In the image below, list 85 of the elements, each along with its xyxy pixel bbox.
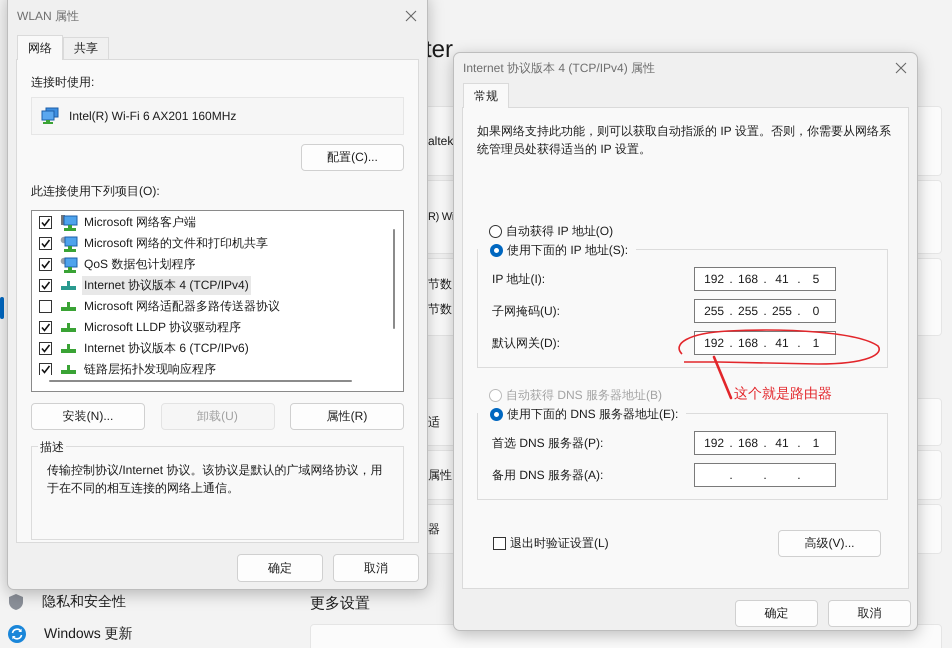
ip-address-field[interactable]: 192 . 168 . 41 . 1 bbox=[694, 331, 836, 355]
group-title: 描述 bbox=[38, 439, 66, 456]
ip-separator: . bbox=[728, 272, 734, 286]
ip-separator: . bbox=[796, 336, 802, 350]
ip-octet: 1 bbox=[812, 436, 820, 450]
list-item[interactable]: 链路层拓扑发现响应程序 bbox=[82, 360, 218, 375]
ip-octet: 192 bbox=[703, 436, 726, 450]
ip-octet: 5 bbox=[812, 272, 820, 286]
ip-octet: 168 bbox=[737, 336, 760, 350]
field-label: IP 地址(I): bbox=[492, 270, 546, 288]
setting-label: 节数 bbox=[428, 301, 452, 318]
ip-octet: 192 bbox=[703, 336, 726, 350]
action-button[interactable]: 安装(N)... bbox=[31, 403, 145, 430]
field-label: 子网掩码(U): bbox=[492, 302, 560, 320]
list-item[interactable]: QoS 数据包计划程序 bbox=[82, 255, 198, 274]
ip-octet: 255 bbox=[770, 304, 793, 318]
field-label: 首选 DNS 服务器(P): bbox=[492, 434, 604, 452]
annotation-text: 这个就是路由器 bbox=[734, 385, 832, 403]
radio-option[interactable]: 使用下面的 IP 地址(S): bbox=[478, 241, 636, 259]
dialog-button[interactable]: 取消 bbox=[333, 554, 419, 582]
ip-octet: 255 bbox=[703, 304, 726, 318]
advanced-button[interactable]: 高级(V)... bbox=[778, 530, 881, 557]
ip-octet: 1 bbox=[812, 336, 820, 350]
description-text: 传输控制协议/Internet 协议。该协议是默认的广域网络协议，用于在不同的相互连接的网络上通信。 bbox=[47, 462, 384, 497]
setting-label: altek bbox=[428, 134, 454, 148]
ip-octet: 41 bbox=[774, 272, 790, 286]
ip-octet: 0 bbox=[812, 304, 820, 318]
window-title: Internet 协议版本 4 (TCP/IPv4) 属性 bbox=[463, 60, 656, 76]
list-item[interactable]: Internet 协议版本 4 (TCP/IPv4) bbox=[82, 276, 251, 295]
ip-octet: 168 bbox=[737, 272, 760, 286]
ip-octet: 168 bbox=[737, 436, 760, 450]
setting-label: 节数 bbox=[428, 276, 452, 293]
field-label: 备用 DNS 服务器(A): bbox=[492, 466, 604, 484]
dialog-button[interactable]: 确定 bbox=[237, 554, 323, 582]
ip-separator: . bbox=[762, 436, 768, 450]
radio-option[interactable]: 使用下面的 DNS 服务器地址(E): bbox=[478, 405, 686, 423]
ip-separator: . bbox=[796, 304, 802, 318]
ip-address-field[interactable]: 192 . 168 . 41 . 5 bbox=[694, 267, 836, 291]
field-label: 默认网关(D): bbox=[492, 334, 560, 352]
ip-address-field[interactable]: 255 . 255 . 255 . 0 bbox=[694, 299, 836, 323]
ip-separator: . bbox=[762, 272, 768, 286]
ip-octet: 41 bbox=[774, 336, 790, 350]
ip-separator: . bbox=[762, 304, 768, 318]
tab[interactable]: 网络 bbox=[17, 35, 63, 60]
window-title: WLAN 属性 bbox=[17, 8, 80, 24]
list-item[interactable]: Microsoft 网络客户端 bbox=[82, 213, 198, 232]
sidebar-item[interactable]: Windows 更新 bbox=[8, 623, 139, 645]
ip-octet: 41 bbox=[774, 436, 790, 450]
action-button[interactable]: 属性(R) bbox=[290, 403, 404, 430]
dialog-button[interactable]: 取消 bbox=[828, 600, 911, 627]
ip-separator: . bbox=[762, 336, 768, 350]
tab[interactable]: 共享 bbox=[63, 37, 109, 59]
list-label: 此连接使用下列项目(O): bbox=[31, 183, 161, 200]
radio-label: 使用下面的 DNS 服务器地址(E): bbox=[507, 406, 678, 422]
setting-label: 器 bbox=[428, 520, 440, 538]
ip-octet: 192 bbox=[703, 272, 726, 286]
radio-option[interactable]: 自动获得 IP 地址(O) bbox=[477, 222, 614, 240]
section-title: 更多设置 bbox=[310, 594, 370, 614]
ip-separator: . bbox=[796, 272, 802, 286]
intro-text: 如果网络支持此功能，则可以获取自动指派的 IP 设置。否则，你需要从网络系统管理员处获得适当的 IP 设置。 bbox=[477, 123, 892, 158]
list-item[interactable]: Internet 协议版本 6 (TCP/IPv6) bbox=[82, 339, 251, 358]
tab[interactable]: 常规 bbox=[463, 83, 509, 108]
radio-label: 自动获得 DNS 服务器地址(B) bbox=[506, 386, 662, 404]
ip-separator: . bbox=[728, 468, 734, 482]
ip-separator: . bbox=[796, 436, 802, 450]
ip-address-field[interactable]: 192 . 168 . 41 . 1 bbox=[694, 431, 836, 455]
ip-separator: . bbox=[796, 468, 802, 482]
ip-octet: 255 bbox=[737, 304, 760, 318]
list-item[interactable]: Microsoft 网络适配器多路传送器协议 bbox=[82, 297, 282, 316]
radio-label: 自动获得 IP 地址(O) bbox=[506, 222, 614, 240]
setting-label: 属性 bbox=[428, 466, 452, 484]
ip-separator: . bbox=[762, 468, 768, 482]
dialog-button[interactable]: 确定 bbox=[735, 600, 818, 627]
radio-label: 使用下面的 IP 地址(S): bbox=[507, 242, 628, 258]
adapter-name: Intel(R) Wi-Fi 6 AX201 160MHz bbox=[69, 109, 236, 123]
ip-separator: . bbox=[728, 304, 734, 318]
sidebar-item[interactable]: 隐私和安全性 bbox=[8, 591, 139, 613]
list-item[interactable]: Microsoft LLDP 协议驱动程序 bbox=[82, 318, 244, 337]
ip-separator: . bbox=[728, 436, 734, 450]
setting-label: 适 bbox=[428, 414, 440, 430]
configure-button[interactable]: 配置(C)... bbox=[301, 144, 404, 171]
field-label: 连接时使用: bbox=[31, 74, 96, 91]
ip-separator: . bbox=[728, 336, 734, 350]
ip-address-field[interactable]: . . . bbox=[694, 463, 836, 487]
list-item[interactable]: Microsoft 网络的文件和打印机共享 bbox=[82, 234, 270, 253]
